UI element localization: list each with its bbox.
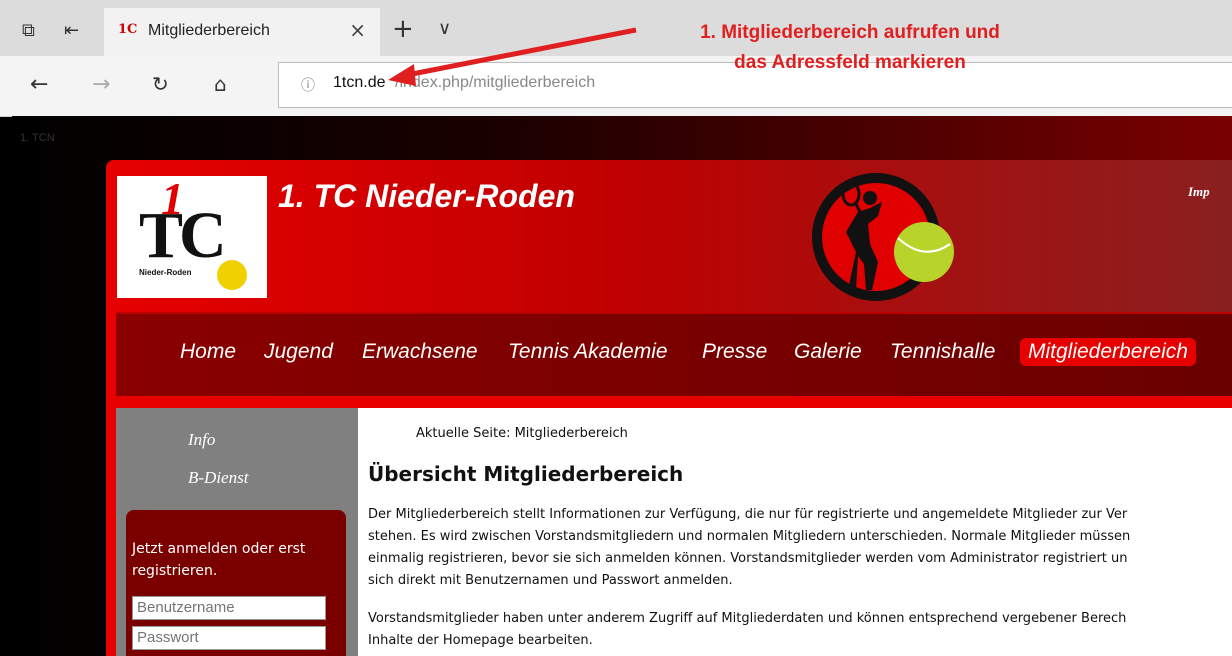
logo-tc: TC	[139, 199, 227, 272]
tab-title: Mitgliederbereich	[148, 22, 270, 39]
nav-jugend[interactable]: Jugend	[264, 340, 333, 364]
tennis-ball-icon	[217, 260, 247, 290]
home-icon[interactable]: ⌂	[214, 72, 227, 96]
password-field[interactable]	[132, 626, 326, 650]
nav-mitgliederbereich[interactable]: Mitgliederbereich	[1020, 338, 1196, 366]
site-header	[106, 160, 1232, 314]
url-path: /index.php/mitgliederbereich	[395, 74, 596, 91]
nav-tennishalle[interactable]: Tennishalle	[890, 340, 995, 364]
info-icon[interactable]: ⓘ	[301, 75, 315, 95]
paragraph-1-line-1: Der Mitgliederbereich stellt Information…	[368, 507, 1128, 522]
nav-home[interactable]: Home	[180, 340, 236, 364]
main-content: Aktuelle Seite: Mitgliederbereich Übersi…	[358, 408, 1232, 656]
nav-tennis-akademie[interactable]: Tennis Akademie	[508, 340, 668, 364]
favicon-icon: 1C	[118, 22, 138, 37]
annotation-callout: 1. Mitgliederbereich aufrufen und das Ad…	[570, 18, 1130, 78]
page-title: Übersicht Mitgliederbereich	[368, 462, 684, 486]
annotation-line-1: 1. Mitgliederbereich aufrufen und	[700, 22, 1000, 43]
refresh-icon[interactable]: ↻	[152, 72, 169, 96]
tab-preview-icon[interactable]: ⧉	[22, 20, 35, 41]
impressum-link-partial[interactable]: Imp	[1188, 184, 1210, 200]
nav-galerie[interactable]: Galerie	[794, 340, 862, 364]
logo-subtitle: Nieder-Roden	[139, 268, 192, 277]
club-logo[interactable]: 1 TC Nieder-Roden	[117, 173, 267, 298]
breadcrumb: Aktuelle Seite: Mitgliederbereich	[416, 426, 628, 441]
nav-presse[interactable]: Presse	[702, 340, 767, 364]
new-tab-button[interactable]: +	[392, 14, 414, 44]
main-navigation: Home Jugend Erwachsene Tennis Akademie P…	[116, 312, 1232, 396]
tennis-player-emblem-icon	[812, 173, 954, 301]
nav-erwachsene[interactable]: Erwachsene	[362, 340, 478, 364]
set-aside-tabs-icon[interactable]: ⇤	[64, 20, 79, 41]
sidebar-item-info[interactable]: Info	[188, 430, 215, 450]
paragraph-1-line-3: einmalig registrieren, bevor sie sich an…	[368, 551, 1128, 566]
paragraph-2-line-1: Vorstandsmitglieder haben unter anderem …	[368, 611, 1127, 626]
url-domain: 1tcn.de	[333, 74, 386, 91]
chevron-down-icon[interactable]: ∨	[438, 18, 451, 39]
sidebar: Info B-Dienst Jetzt anmelden oder erst r…	[116, 408, 358, 656]
username-field[interactable]	[132, 596, 326, 620]
login-box: Jetzt anmelden oder erst registrieren.	[126, 510, 346, 656]
paragraph-2-line-2: Inhalte der Homepage bearbeiten.	[368, 633, 593, 648]
login-prompt: Jetzt anmelden oder erst registrieren.	[132, 541, 306, 579]
annotation-line-2: das Adressfeld markieren	[734, 52, 966, 73]
paragraph-1-line-2: stehen. Es wird zwischen Vorstandsmitgli…	[368, 529, 1131, 544]
forward-arrow-icon[interactable]: →	[92, 72, 110, 97]
club-name: 1. TC Nieder-Roden	[278, 178, 575, 214]
sidebar-item-b-dienst[interactable]: B-Dienst	[188, 468, 248, 488]
faint-header-text: 1. TCN	[20, 132, 55, 144]
close-icon[interactable]: ×	[349, 18, 366, 42]
paragraph-1-line-4: sich direkt mit Benutzernamen und Passwo…	[368, 573, 733, 588]
back-arrow-icon[interactable]: ←	[30, 72, 48, 97]
